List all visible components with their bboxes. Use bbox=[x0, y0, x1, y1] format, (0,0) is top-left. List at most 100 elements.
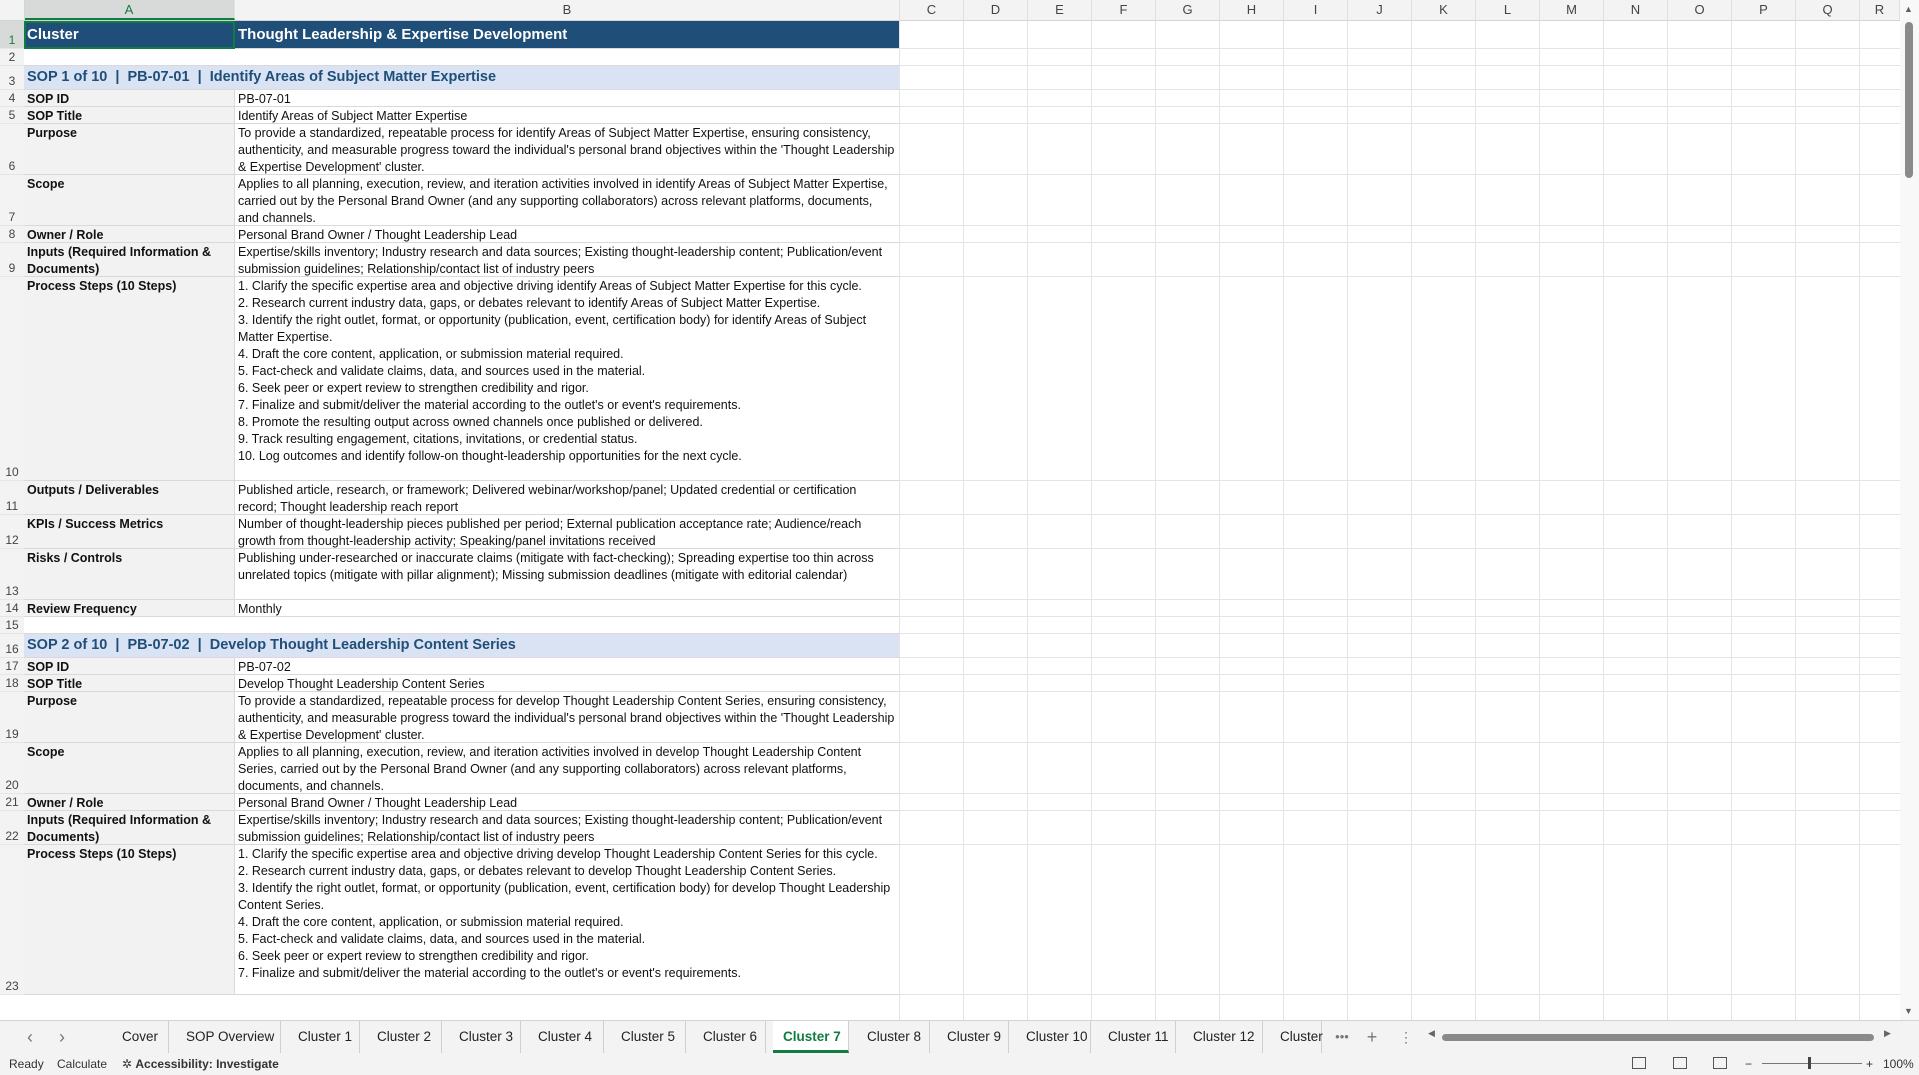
row-header[interactable]: 15 bbox=[0, 617, 24, 634]
cluster-label-cell[interactable]: Cluster bbox=[24, 21, 235, 49]
blank-cell[interactable] bbox=[24, 617, 900, 634]
field-value-cell[interactable]: Publishing under-researched or inaccurat… bbox=[235, 549, 900, 600]
field-label-cell[interactable]: Process Steps (10 Steps) bbox=[24, 277, 235, 481]
sop-section-header[interactable]: SOP 2 of 10 | PB-07-02 | Develop Thought… bbox=[24, 634, 900, 658]
sheet-tab[interactable]: Cluster 9 bbox=[937, 1021, 1009, 1053]
column-header[interactable]: J bbox=[1348, 0, 1412, 20]
scroll-down-icon[interactable]: ▼ bbox=[1904, 1006, 1913, 1016]
row-header[interactable]: 17 bbox=[0, 658, 24, 675]
field-label-cell[interactable]: Review Frequency bbox=[24, 600, 235, 617]
row-header[interactable]: 23 bbox=[0, 845, 24, 995]
column-header[interactable]: E bbox=[1028, 0, 1092, 20]
sop-section-header[interactable]: SOP 1 of 10 | PB-07-01 | Identify Areas … bbox=[24, 66, 900, 90]
column-header[interactable]: R bbox=[1860, 0, 1900, 20]
scroll-right-icon[interactable]: ▶ bbox=[1884, 1028, 1891, 1039]
row-header[interactable]: 12 bbox=[0, 515, 24, 549]
field-value-cell[interactable]: PB-07-02 bbox=[235, 658, 900, 675]
row-header[interactable]: 18 bbox=[0, 675, 24, 692]
field-label-cell[interactable]: SOP Title bbox=[24, 107, 235, 124]
row-header[interactable]: 10 bbox=[0, 277, 24, 481]
field-label-cell[interactable]: KPIs / Success Metrics bbox=[24, 515, 235, 549]
field-label-cell[interactable]: Inputs (Required Information & Documents… bbox=[24, 243, 235, 277]
field-label-cell[interactable]: SOP Title bbox=[24, 675, 235, 692]
column-header[interactable]: I bbox=[1284, 0, 1348, 20]
more-sheets-button[interactable]: ••• bbox=[1330, 1021, 1354, 1053]
select-all-corner[interactable] bbox=[0, 0, 25, 20]
column-header[interactable]: B bbox=[235, 0, 900, 20]
sheet-tab[interactable]: Cluster 3 bbox=[449, 1021, 521, 1053]
sheet-tab[interactable]: Cluster 7 bbox=[773, 1021, 849, 1053]
field-label-cell[interactable]: Risks / Controls bbox=[24, 549, 235, 600]
field-label-cell[interactable]: SOP ID bbox=[24, 90, 235, 107]
vertical-scroll-thumb[interactable] bbox=[1905, 22, 1913, 178]
row-header[interactable]: 20 bbox=[0, 743, 24, 794]
row-header[interactable]: 6 bbox=[0, 124, 24, 175]
column-header[interactable]: A bbox=[24, 0, 235, 20]
horizontal-scrollbar[interactable]: ◀ ▶ bbox=[1428, 1028, 1892, 1042]
row-header[interactable]: 2 bbox=[0, 49, 24, 66]
sheet-tab[interactable]: Cluster 11 bbox=[1098, 1021, 1176, 1053]
row-header[interactable]: 5 bbox=[0, 107, 24, 124]
row-header[interactable]: 19 bbox=[0, 692, 24, 743]
sheet-tab[interactable]: Cluster 4 bbox=[528, 1021, 604, 1053]
column-header[interactable]: L bbox=[1476, 0, 1540, 20]
zoom-out-button[interactable]: − bbox=[1745, 1053, 1752, 1075]
column-header[interactable]: O bbox=[1668, 0, 1732, 20]
zoom-in-button[interactable]: + bbox=[1866, 1053, 1873, 1075]
field-label-cell[interactable]: Outputs / Deliverables bbox=[24, 481, 235, 515]
field-label-cell[interactable]: Inputs (Required Information & Documents… bbox=[24, 811, 235, 845]
field-label-cell[interactable]: Owner / Role bbox=[24, 226, 235, 243]
field-value-cell[interactable]: 1. Clarify the specific expertise area a… bbox=[235, 845, 900, 995]
field-label-cell[interactable]: Purpose bbox=[24, 692, 235, 743]
row-header[interactable]: 7 bbox=[0, 175, 24, 226]
row-header[interactable]: 4 bbox=[0, 90, 24, 107]
spreadsheet-grid[interactable]: ABCDEFGHIJKLMNOPQR 1 2 3 4 5 6 7 8 9 10 11 12 13 14 15… bbox=[0, 0, 1919, 1020]
column-header[interactable]: Q bbox=[1796, 0, 1860, 20]
sheet-tab[interactable]: Cluster bbox=[1270, 1021, 1323, 1053]
column-header[interactable]: P bbox=[1732, 0, 1796, 20]
field-label-cell[interactable]: SOP ID bbox=[24, 658, 235, 675]
sheet-tab[interactable]: Cluster 8 bbox=[857, 1021, 930, 1053]
row-header[interactable]: 16 bbox=[0, 634, 24, 658]
field-value-cell[interactable]: 1. Clarify the specific expertise area a… bbox=[235, 277, 900, 481]
sheet-tab[interactable]: Cluster 6 bbox=[693, 1021, 766, 1053]
zoom-level[interactable]: 100% bbox=[1883, 1053, 1914, 1075]
field-label-cell[interactable]: Owner / Role bbox=[24, 794, 235, 811]
page-break-view-icon[interactable] bbox=[1713, 1057, 1727, 1069]
add-sheet-button[interactable]: + bbox=[1360, 1021, 1384, 1053]
sheet-tab[interactable]: Cluster 12 bbox=[1183, 1021, 1263, 1053]
row-header[interactable]: 1 bbox=[0, 21, 24, 49]
row-header[interactable]: 13 bbox=[0, 549, 24, 600]
field-value-cell[interactable]: Develop Thought Leadership Content Serie… bbox=[235, 675, 900, 692]
row-header[interactable]: 22 bbox=[0, 811, 24, 845]
column-header[interactable]: D bbox=[964, 0, 1028, 20]
zoom-slider-knob[interactable] bbox=[1808, 1057, 1811, 1069]
field-value-cell[interactable]: Monthly bbox=[235, 600, 900, 617]
sheet-options-icon[interactable]: ⋮ bbox=[1394, 1021, 1418, 1053]
column-header[interactable]: K bbox=[1412, 0, 1476, 20]
vertical-scrollbar[interactable]: ▲ ▼ bbox=[1900, 0, 1919, 1020]
column-header[interactable]: F bbox=[1092, 0, 1156, 20]
row-header[interactable]: 21 bbox=[0, 794, 24, 811]
field-value-cell[interactable]: Applies to all planning, execution, revi… bbox=[235, 743, 900, 794]
field-label-cell[interactable]: Scope bbox=[24, 743, 235, 794]
sheet-tab[interactable]: SOP Overview bbox=[176, 1021, 281, 1053]
row-header[interactable]: 14 bbox=[0, 600, 24, 617]
sheet-tab[interactable]: Cluster 10 bbox=[1016, 1021, 1091, 1053]
row-header[interactable]: 3 bbox=[0, 66, 24, 90]
column-header[interactable]: M bbox=[1540, 0, 1604, 20]
field-value-cell[interactable]: Applies to all planning, execution, revi… bbox=[235, 175, 900, 226]
row-header[interactable]: 8 bbox=[0, 226, 24, 243]
accessibility-button[interactable]: ✲ Accessibility: Investigate bbox=[122, 1053, 279, 1075]
field-value-cell[interactable]: Personal Brand Owner / Thought Leadershi… bbox=[235, 794, 900, 811]
row-header[interactable]: 11 bbox=[0, 481, 24, 515]
zoom-slider[interactable] bbox=[1762, 1057, 1862, 1069]
field-value-cell[interactable]: Identify Areas of Subject Matter Experti… bbox=[235, 107, 900, 124]
blank-cell[interactable] bbox=[24, 49, 900, 66]
sheet-tab[interactable]: Cluster 1 bbox=[288, 1021, 360, 1053]
cluster-name-cell[interactable]: Thought Leadership & Expertise Developme… bbox=[235, 21, 900, 49]
column-header[interactable]: N bbox=[1604, 0, 1668, 20]
calculate-button[interactable]: Calculate bbox=[57, 1053, 107, 1075]
field-label-cell[interactable]: Purpose bbox=[24, 124, 235, 175]
row-header[interactable]: 9 bbox=[0, 243, 24, 277]
